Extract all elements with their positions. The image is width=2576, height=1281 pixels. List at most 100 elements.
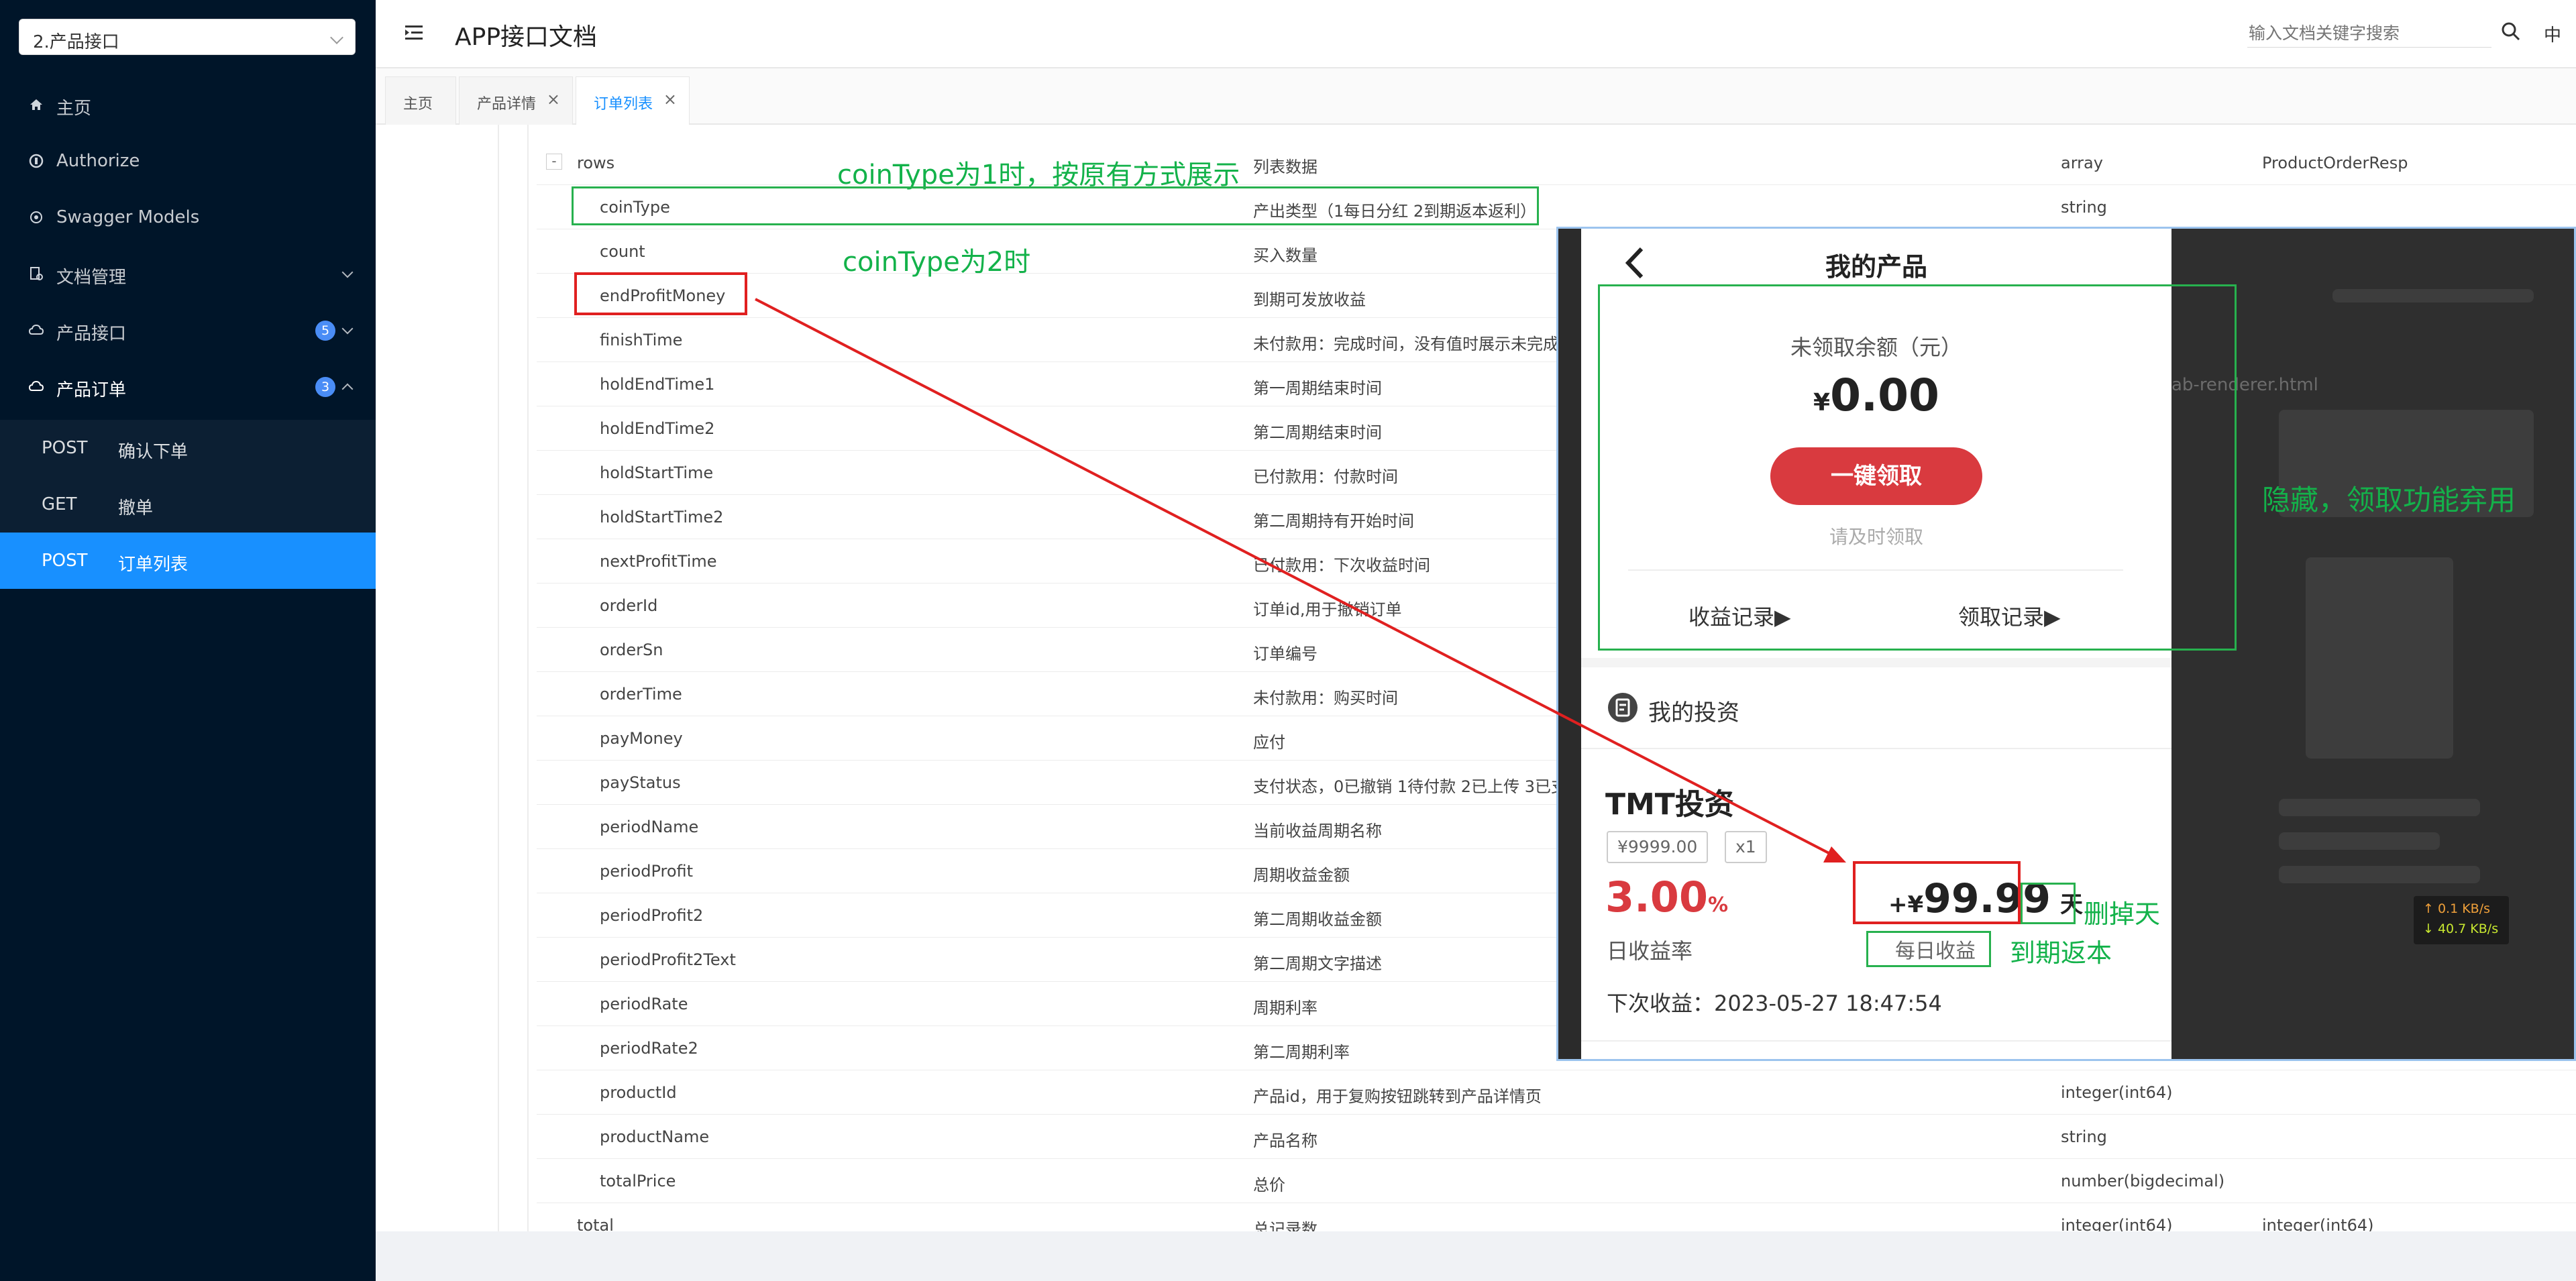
param-name: orderId (600, 596, 658, 615)
param-name: holdEndTime1 (600, 375, 715, 394)
tab-label: 产品详情 (477, 96, 537, 113)
param-description: 未付款用：购买时间 (1253, 689, 1398, 708)
param-name: periodRate2 (600, 1039, 698, 1058)
divider (1581, 748, 2171, 749)
count-badge: 3 (315, 377, 335, 397)
param-name: periodName (600, 818, 699, 836)
upload-speed: ↑ 0.1 KB/s (2423, 901, 2491, 916)
sidebar-item-authorize[interactable]: Authorize (0, 133, 376, 189)
submenu-product-order: POST 确认下单 GET 撤单 POST 订单列表 (0, 420, 376, 589)
param-name: holdStartTime2 (600, 508, 724, 526)
param-name: periodProfit (600, 862, 694, 881)
param-description: 订单id,用于撤销订单 (1253, 600, 1402, 619)
chevron-down-icon (341, 323, 354, 335)
group-select[interactable]: 2.产品接口 (19, 19, 356, 55)
divider (1581, 1040, 2171, 1042)
tab-bar: 主页 产品详情 × 订单列表 × (376, 68, 2576, 126)
models-icon (30, 211, 42, 223)
ghost-phone-preview (2306, 557, 2453, 759)
close-icon[interactable]: × (547, 90, 560, 109)
ghost-bar (2279, 866, 2480, 883)
param-description: 当前收益周期名称 (1253, 822, 1382, 840)
param-description: 未付款用：完成时间，没有值时展示未完成 (1253, 335, 1559, 353)
param-name: holdEndTime2 (600, 419, 715, 438)
highlight-box-endprofitmoney (574, 272, 747, 315)
param-name: count (600, 242, 645, 261)
param-name: orderSn (600, 640, 663, 659)
param-description: 应付 (1253, 733, 1285, 752)
param-description: 第二周期文字描述 (1253, 954, 1382, 973)
search-icon[interactable] (2500, 20, 2522, 43)
param-name: productId (600, 1083, 677, 1102)
sidebar-item-label: 产品订单 (56, 380, 127, 400)
sidebar-item-doc-manage[interactable]: 文档管理 (0, 245, 376, 302)
param-schema: ProductOrderResp (2262, 154, 2408, 172)
submenu-item-label: 确认下单 (118, 442, 189, 462)
annotation-delete-day: 删掉天 (2084, 899, 2161, 929)
phone-title: 我的产品 (1825, 252, 1927, 282)
param-name: nextProfitTime (600, 552, 717, 571)
http-method: GET (42, 494, 77, 514)
table-row: productId 产品id，用于复购按钮跳转到产品详情页 integer(int6… (537, 1070, 2576, 1115)
param-type: number(bigdecimal) (2061, 1172, 2225, 1190)
tab-label: 主页 (403, 96, 433, 113)
price-tag: ¥9999.00 (1607, 831, 1709, 863)
param-description: 第二周期收益金额 (1253, 910, 1382, 929)
tab-product-detail[interactable]: 产品详情 × (459, 76, 573, 125)
sidebar-item-swagger-models[interactable]: Swagger Models (0, 189, 376, 245)
param-description: 第一周期结束时间 (1253, 379, 1382, 398)
sidebar-item-product-order[interactable]: 产品订单 3 (0, 358, 376, 414)
ghost-bar (2279, 832, 2440, 850)
param-type: string (2061, 198, 2107, 217)
submenu-item-cancel-order[interactable]: GET 撤单 (0, 476, 376, 533)
close-icon[interactable]: × (663, 90, 677, 109)
chevron-down-icon (341, 266, 354, 278)
chevron-up-icon (341, 383, 354, 395)
sidebar-item-label: Swagger Models (56, 207, 200, 227)
param-name: productName (600, 1127, 710, 1146)
param-description: 买入数量 (1253, 246, 1318, 265)
document-manage-icon (30, 267, 43, 280)
tab-label: 订单列表 (594, 96, 653, 113)
param-name: finishTime (600, 331, 683, 349)
collapse-toggle[interactable]: - (546, 154, 562, 170)
next-profit-time: 下次收益：2023-05-27 18:47:54 (1607, 991, 1942, 1016)
highlight-box-cointype (572, 186, 1539, 225)
group-select-value: 2.产品接口 (33, 32, 119, 52)
my-investment-heading: 我的投资 (1648, 700, 1739, 726)
param-name: holdStartTime (600, 463, 714, 482)
tab-order-list[interactable]: 订单列表 × (576, 76, 690, 126)
param-name: periodProfit2 (600, 906, 704, 925)
sidebar-item-product-api[interactable]: 产品接口 5 (0, 302, 376, 358)
submenu-item-confirm-order[interactable]: POST 确认下单 (0, 420, 376, 476)
tab-home[interactable]: 主页 (385, 76, 456, 125)
language-toggle[interactable]: 中 (2544, 21, 2561, 46)
param-type: array (2061, 154, 2103, 172)
param-description: 到期可发放收益 (1253, 290, 1366, 309)
network-speed-widget: ↑ 0.1 KB/s ↓ 40.7 KB/s (2414, 896, 2509, 944)
cloud-icon (28, 380, 44, 391)
http-method: POST (42, 551, 88, 571)
sidebar: 2.产品接口 主页 Authorize Swagger Models 文档管理 … (0, 0, 376, 1281)
rate-unit: % (1707, 893, 1729, 917)
divider (498, 125, 499, 1231)
annotation-cointype2: coinType为2时 (843, 247, 1031, 278)
param-description: 列表数据 (1253, 158, 1318, 176)
sidebar-item-home[interactable]: 主页 (0, 76, 376, 133)
param-name: payStatus (600, 773, 681, 792)
param-description: 第二周期结束时间 (1253, 423, 1382, 442)
param-name: totalPrice (600, 1172, 676, 1190)
highlight-box-day-unit (2021, 883, 2076, 924)
param-name: periodRate (600, 995, 688, 1013)
menu-fold-icon[interactable] (402, 21, 425, 44)
daily-rate: 3.00% (1605, 873, 1728, 922)
product-name: TMT投资 (1605, 787, 1734, 822)
param-description: 第二周期利率 (1253, 1043, 1350, 1062)
param-description: 周期利率 (1253, 999, 1318, 1017)
investment-icon (1608, 693, 1638, 722)
table-row: productName 产品名称 string (537, 1115, 2576, 1159)
search-input[interactable] (2247, 19, 2491, 48)
table-row: totalPrice 总价 number(bigdecimal) (537, 1159, 2576, 1203)
param-description: 已付款用：下次收益时间 (1253, 556, 1430, 575)
submenu-item-order-list[interactable]: POST 订单列表 (0, 533, 376, 589)
